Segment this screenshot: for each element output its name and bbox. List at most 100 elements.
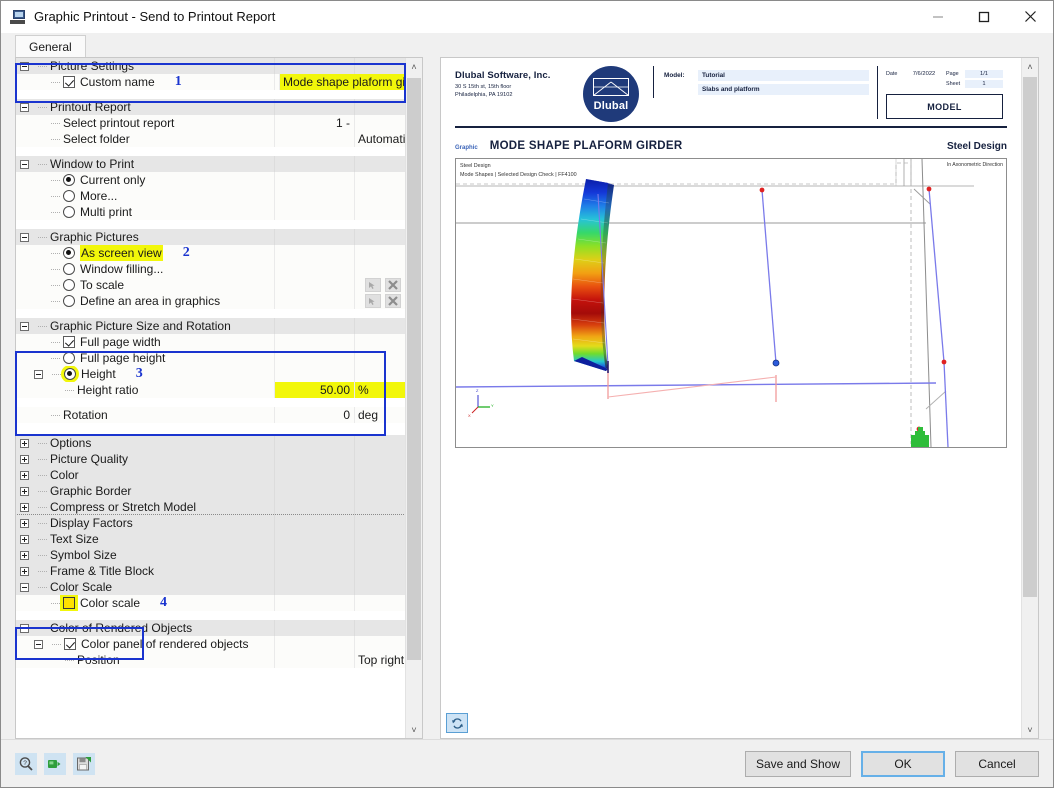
tree-radio[interactable] [63, 190, 75, 202]
tree-row-value[interactable] [274, 499, 354, 515]
pick-icon[interactable] [365, 294, 381, 308]
tree-category-row[interactable]: Window to Print [16, 156, 405, 172]
tree-item-row[interactable]: Height 3 [16, 366, 405, 382]
tree-row-value[interactable] [274, 547, 354, 563]
tree-category-row[interactable]: Picture Settings [16, 58, 405, 74]
tree-row-value[interactable] [274, 636, 354, 652]
tree-item-row[interactable]: Select printout report 1 - [16, 115, 405, 131]
tree-radio[interactable] [64, 368, 76, 380]
tree-item-row[interactable]: Full page height [16, 350, 405, 366]
preview-scroll-track[interactable] [1022, 75, 1038, 721]
tree-radio[interactable] [63, 352, 75, 364]
tree-radio[interactable] [63, 279, 75, 291]
tree-category-row[interactable]: Frame & Title Block [16, 563, 405, 579]
tree-expander-icon[interactable] [20, 159, 29, 169]
tab-general[interactable]: General [15, 35, 86, 57]
tree-expander-icon[interactable] [20, 550, 29, 560]
tree-item-row[interactable]: Select folder Automatic [16, 131, 405, 147]
tree-expander-icon[interactable] [34, 639, 43, 649]
tree-row-value[interactable] [274, 334, 354, 350]
tree-row-value[interactable] [274, 350, 354, 366]
pick-icon[interactable] [365, 278, 381, 292]
tree-category-row[interactable]: Picture Quality [16, 451, 405, 467]
tree-category-row[interactable]: Options [16, 435, 405, 451]
tree-expander-icon[interactable] [20, 102, 29, 112]
tree-expander-icon[interactable] [20, 502, 29, 512]
tree-row-value[interactable]: 0 [274, 407, 354, 423]
tree-category-row[interactable]: Graphic Pictures [16, 229, 405, 245]
tree-item-row[interactable]: As screen view 2 [16, 245, 405, 261]
tree-row-value[interactable] [274, 652, 354, 668]
tree-expander-icon[interactable] [20, 470, 29, 480]
scroll-track[interactable] [406, 75, 422, 721]
tree-row-value[interactable] [274, 188, 354, 204]
tree-row-value[interactable] [274, 156, 354, 172]
tree-expander-icon[interactable] [20, 486, 29, 496]
tree-row-value[interactable] [274, 515, 354, 531]
video-help-icon[interactable] [44, 752, 66, 775]
scroll-thumb[interactable] [407, 78, 421, 660]
tree-row-value[interactable] [274, 99, 354, 115]
maximize-button[interactable] [961, 1, 1007, 33]
tree-category-row[interactable]: Compress or Stretch Model [16, 499, 405, 515]
tree-expander-icon[interactable] [20, 582, 29, 592]
tree-row-value[interactable] [274, 620, 354, 636]
tree-row-value[interactable] [274, 435, 354, 451]
tree-expander-icon[interactable] [20, 566, 29, 576]
tree-item-row[interactable]: Window filling... [16, 261, 405, 277]
custom-name-value[interactable]: Mode shape plaform girder [279, 74, 405, 90]
tree-expander-icon[interactable] [20, 454, 29, 464]
tree-row-value[interactable] [274, 579, 354, 595]
tree-item-row[interactable]: Color scale 4 [16, 595, 405, 611]
tree-item-row[interactable]: Custom name 1 Mode shape plaform girder [16, 74, 405, 90]
preview-scroll-down-button[interactable]: ˅ [1022, 721, 1038, 738]
tree-radio[interactable] [63, 247, 75, 259]
tree-row-value[interactable]: 50.00 [274, 382, 354, 398]
tree-checkbox[interactable] [63, 76, 75, 88]
tree-row-value[interactable] [274, 261, 354, 277]
model-drawing[interactable]: Steel Design Mode Shapes | Selected Desi… [455, 158, 1007, 448]
tree-expander-icon[interactable] [20, 518, 29, 528]
tree-row-value[interactable] [274, 172, 354, 188]
tree-row-value[interactable] [274, 277, 354, 293]
tree-expander-icon[interactable] [20, 534, 29, 544]
tree-expander-icon[interactable] [20, 232, 29, 242]
tree-row-value[interactable] [274, 366, 354, 382]
settings-scrollbar[interactable]: ˄ ˅ [405, 58, 422, 738]
tree-expander-icon[interactable] [20, 321, 29, 331]
scroll-down-button[interactable]: ˅ [406, 721, 422, 738]
scroll-up-button[interactable]: ˄ [406, 58, 422, 75]
tree-radio[interactable] [63, 206, 75, 218]
tree-radio[interactable] [63, 174, 75, 186]
save-and-show-button[interactable]: Save and Show [744, 750, 851, 777]
tree-row-value[interactable] [274, 467, 354, 483]
tree-radio[interactable] [63, 295, 75, 307]
tree-row-value[interactable] [274, 563, 354, 579]
color-swatch[interactable] [63, 597, 75, 609]
close-button[interactable] [1007, 1, 1053, 33]
tree-checkbox[interactable] [64, 638, 76, 650]
tree-item-row[interactable]: More... [16, 188, 405, 204]
tree-radio[interactable] [63, 263, 75, 275]
tree-expander-icon[interactable] [20, 438, 29, 448]
tree-category-row[interactable]: Graphic Border [16, 483, 405, 499]
refresh-preview-button[interactable] [446, 713, 468, 733]
tree-row-value[interactable] [274, 451, 354, 467]
tree-row-value[interactable] [274, 595, 354, 611]
tree-expander-icon[interactable] [20, 623, 29, 633]
tree-row-value[interactable] [274, 58, 354, 74]
tree-category-row[interactable]: Text Size [16, 531, 405, 547]
tree-row-value[interactable] [274, 293, 354, 309]
tree-category-row[interactable]: Display Factors [16, 514, 405, 532]
preview-scrollbar[interactable]: ˄ ˅ [1021, 58, 1038, 738]
tree-item-row[interactable]: Define an area in graphics [16, 293, 405, 309]
tree-expander-icon[interactable] [20, 61, 29, 71]
tree-category-row[interactable]: Symbol Size [16, 547, 405, 563]
tree-checkbox[interactable] [63, 336, 75, 348]
tree-expander-icon[interactable] [34, 369, 43, 379]
tree-category-row[interactable]: Color Scale [16, 579, 405, 595]
tree-row-value[interactable] [274, 318, 354, 334]
tree-item-row[interactable]: Multi print [16, 204, 405, 220]
tree-row-value[interactable] [274, 131, 354, 147]
preview-scroll-thumb[interactable] [1023, 77, 1037, 597]
